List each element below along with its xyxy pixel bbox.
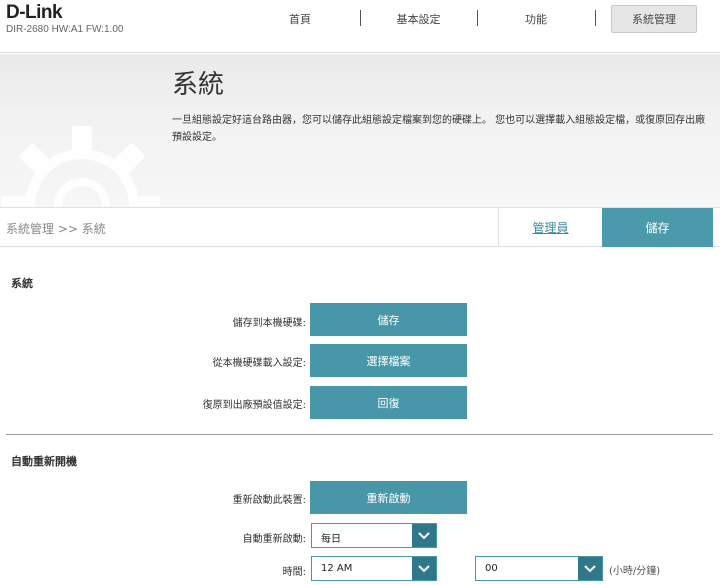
auto-reboot-label: 自動重新啟動: (242, 534, 306, 545)
save-settings-button[interactable]: 儲存 (602, 208, 713, 247)
reboot-device-label: 重新啟動此裝置: (232, 495, 306, 506)
time-unit-label: (小時/分鐘) (609, 566, 661, 577)
page-description: 一旦組態設定好這台路由器，您可以儲存此組態設定檔案到您的硬碟上。 您也可以選擇載… (172, 115, 706, 143)
load-from-disk-label: 從本機硬碟載入設定: (212, 358, 306, 369)
section-title-auto-reboot: 自動重新開機 (11, 455, 77, 468)
chevron-down-icon (578, 557, 602, 580)
nav-management[interactable]: 系統管理 (611, 5, 697, 33)
save-to-disk-label: 儲存到本機硬碟: (232, 318, 306, 329)
auto-reboot-select[interactable]: 每日 (311, 523, 437, 548)
section-title-system: 系統 (11, 277, 33, 290)
minute-value: 00 (485, 563, 498, 574)
page-banner: 系統 一旦組態設定好這台路由器，您可以儲存此組態設定檔案到您的硬碟上。 您也可以… (0, 54, 720, 207)
hour-select[interactable]: 12 AM (311, 556, 437, 581)
breadcrumb-bar: 系統管理 >> 系統 管理員 儲存 (0, 207, 720, 247)
auto-reboot-value: 每日 (321, 534, 341, 545)
chevron-down-icon (412, 557, 436, 580)
model-info: DIR-2680 HW:A1 FW:1.00 (6, 24, 124, 35)
section-divider (6, 434, 713, 435)
breadcrumb: 系統管理 >> 系統 (6, 222, 106, 236)
nav-basic-settings[interactable]: 基本設定 (360, 5, 477, 33)
choose-file-button[interactable]: 選擇檔案 (310, 344, 467, 377)
nav-separator (595, 10, 596, 26)
chevron-down-icon (412, 524, 436, 547)
reboot-button[interactable]: 重新啟動 (310, 481, 467, 514)
gear-icon (2, 126, 160, 207)
time-label: 時間: (282, 567, 306, 578)
hour-value: 12 AM (321, 563, 353, 574)
dlink-logo: D-Link (6, 2, 63, 23)
nav-home[interactable]: 首頁 (240, 5, 360, 33)
nav-features[interactable]: 功能 (477, 5, 595, 33)
restore-defaults-button[interactable]: 回復 (310, 386, 467, 419)
restore-defaults-label: 復原到出廠預設值設定: (202, 400, 306, 411)
top-nav-bar: D-Link DIR-2680 HW:A1 FW:1.00 首頁 基本設定 功能… (0, 0, 720, 53)
minute-select[interactable]: 00 (475, 556, 603, 581)
tab-admin-link[interactable]: 管理員 (498, 208, 602, 247)
page-title: 系統 (172, 70, 225, 100)
save-config-button[interactable]: 儲存 (310, 303, 467, 336)
